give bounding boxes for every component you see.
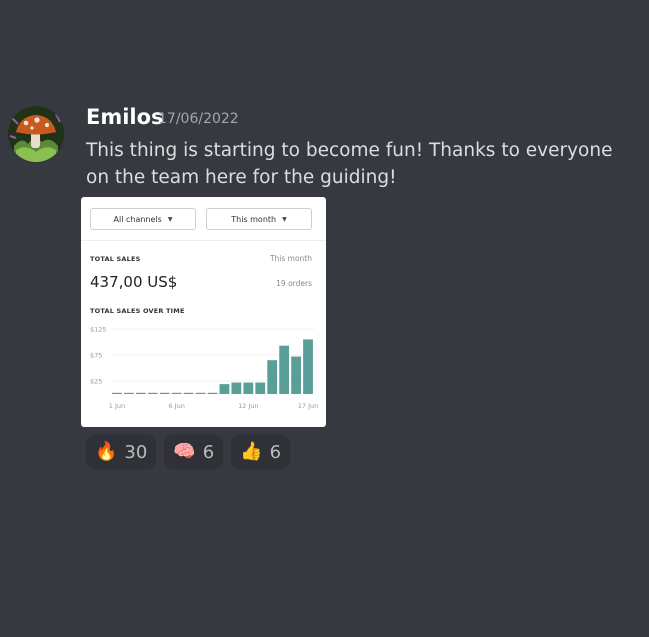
y-tick-label: $125 <box>90 326 107 334</box>
username[interactable]: Emilos <box>86 105 164 129</box>
caret-down-icon: ▼ <box>167 215 173 223</box>
sales-chart: $125 $75 $25 1 Jun 6 Jun 12 Jun 17 Jun <box>90 326 319 411</box>
divider <box>81 240 326 241</box>
reaction-count: 30 <box>124 441 148 463</box>
chart-bar <box>135 392 146 394</box>
total-sales-value: 437,00 US$ <box>90 273 178 291</box>
period-filter-dropdown: This month ▼ <box>206 208 312 230</box>
total-sales-label: TOTAL SALES <box>90 255 141 263</box>
chart-bar <box>303 339 313 394</box>
chart-bar <box>112 392 122 394</box>
chart-bar <box>195 392 206 394</box>
chart-bar <box>255 382 266 394</box>
chart-bar <box>267 360 278 394</box>
reactions-bar: 🔥 30 🧠 6 👍 6 <box>86 435 291 469</box>
x-tick-label: 6 Jun <box>168 402 184 410</box>
x-tick-label: 1 Jun <box>109 402 125 410</box>
x-tick-label: 17 Jun <box>298 402 319 410</box>
chart-bar <box>219 384 230 394</box>
mushroom-icon <box>8 106 64 162</box>
avatar[interactable] <box>8 106 64 162</box>
chart-bar <box>279 345 290 394</box>
total-sales-period: This month <box>269 254 312 263</box>
timestamp: 17/06/2022 <box>158 111 239 127</box>
reaction-count: 6 <box>269 441 282 463</box>
reaction-thumbs-up[interactable]: 👍 6 <box>231 435 291 469</box>
chart-bar <box>124 392 134 394</box>
chart-title: TOTAL SALES OVER TIME <box>90 307 185 315</box>
reaction-count: 6 <box>202 441 215 463</box>
x-tick-label: 12 Jun <box>238 402 259 410</box>
chart-bar <box>231 382 242 394</box>
y-tick-label: $25 <box>90 378 102 386</box>
chart-bar <box>183 392 194 394</box>
fire-icon: 🔥 <box>95 441 118 462</box>
reaction-brain[interactable]: 🧠 6 <box>164 435 224 469</box>
orders-count: 19 orders <box>276 279 312 288</box>
chart-bar <box>171 392 182 394</box>
channel-filter-dropdown: All channels ▼ <box>90 208 196 230</box>
chart-bar <box>159 392 170 394</box>
period-filter-label: This month <box>231 214 277 224</box>
image-attachment[interactable]: All channels ▼ This month ▼ TOTAL SALES … <box>81 197 326 427</box>
thumbs-up-icon: 👍 <box>240 441 263 462</box>
chart-bar <box>291 356 301 394</box>
message-text: This thing is starting to become fun! Th… <box>86 140 613 188</box>
reaction-fire[interactable]: 🔥 30 <box>86 435 157 469</box>
chart-bar <box>207 392 218 394</box>
y-tick-label: $75 <box>90 352 102 360</box>
chart-bar <box>147 392 158 394</box>
brain-icon: 🧠 <box>173 441 196 462</box>
channel-filter-label: All channels <box>113 214 162 224</box>
chat-message: Emilos 17/06/2022 This thing is starting… <box>0 0 649 637</box>
chart-bar <box>243 382 254 394</box>
caret-down-icon: ▼ <box>282 215 287 223</box>
